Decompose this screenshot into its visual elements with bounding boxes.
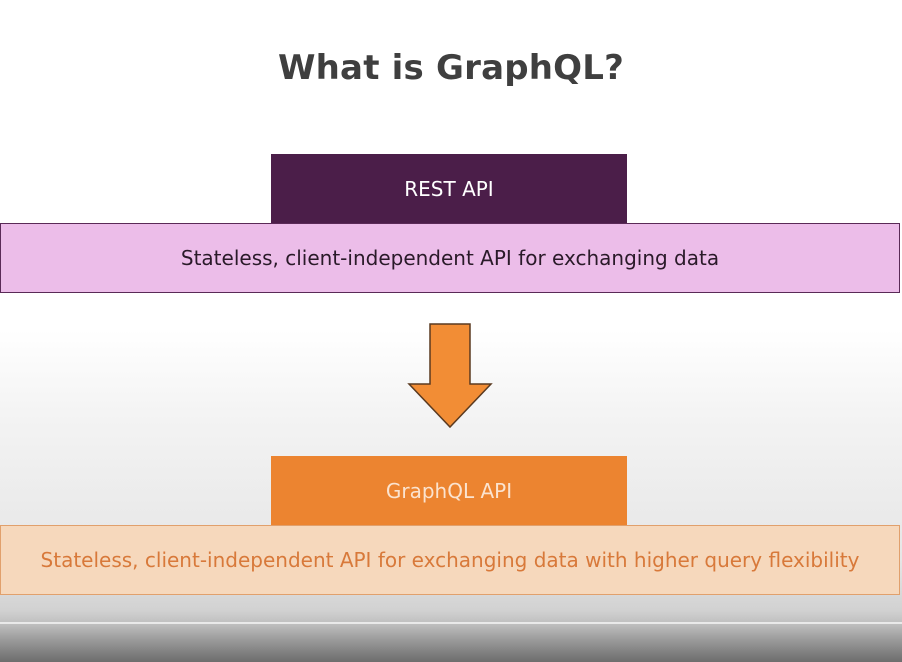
down-arrow-icon: [407, 323, 493, 429]
graphql-api-description-band: Stateless, client-independent API for ex…: [0, 525, 900, 595]
rest-api-description: Stateless, client-independent API for ex…: [180, 246, 720, 270]
rest-api-tab: REST API: [271, 154, 627, 223]
graphql-api-description: Stateless, client-independent API for ex…: [40, 548, 860, 572]
slide-title: What is GraphQL?: [277, 48, 625, 88]
graphql-api-tab: GraphQL API: [271, 456, 627, 525]
rest-api-description-band: Stateless, client-independent API for ex…: [0, 223, 900, 293]
rest-api-label: REST API: [404, 176, 494, 201]
graphql-api-label: GraphQL API: [385, 478, 513, 503]
slide: What is GraphQL? REST API Stateless, cli…: [0, 0, 902, 662]
bottom-divider: [0, 622, 902, 624]
